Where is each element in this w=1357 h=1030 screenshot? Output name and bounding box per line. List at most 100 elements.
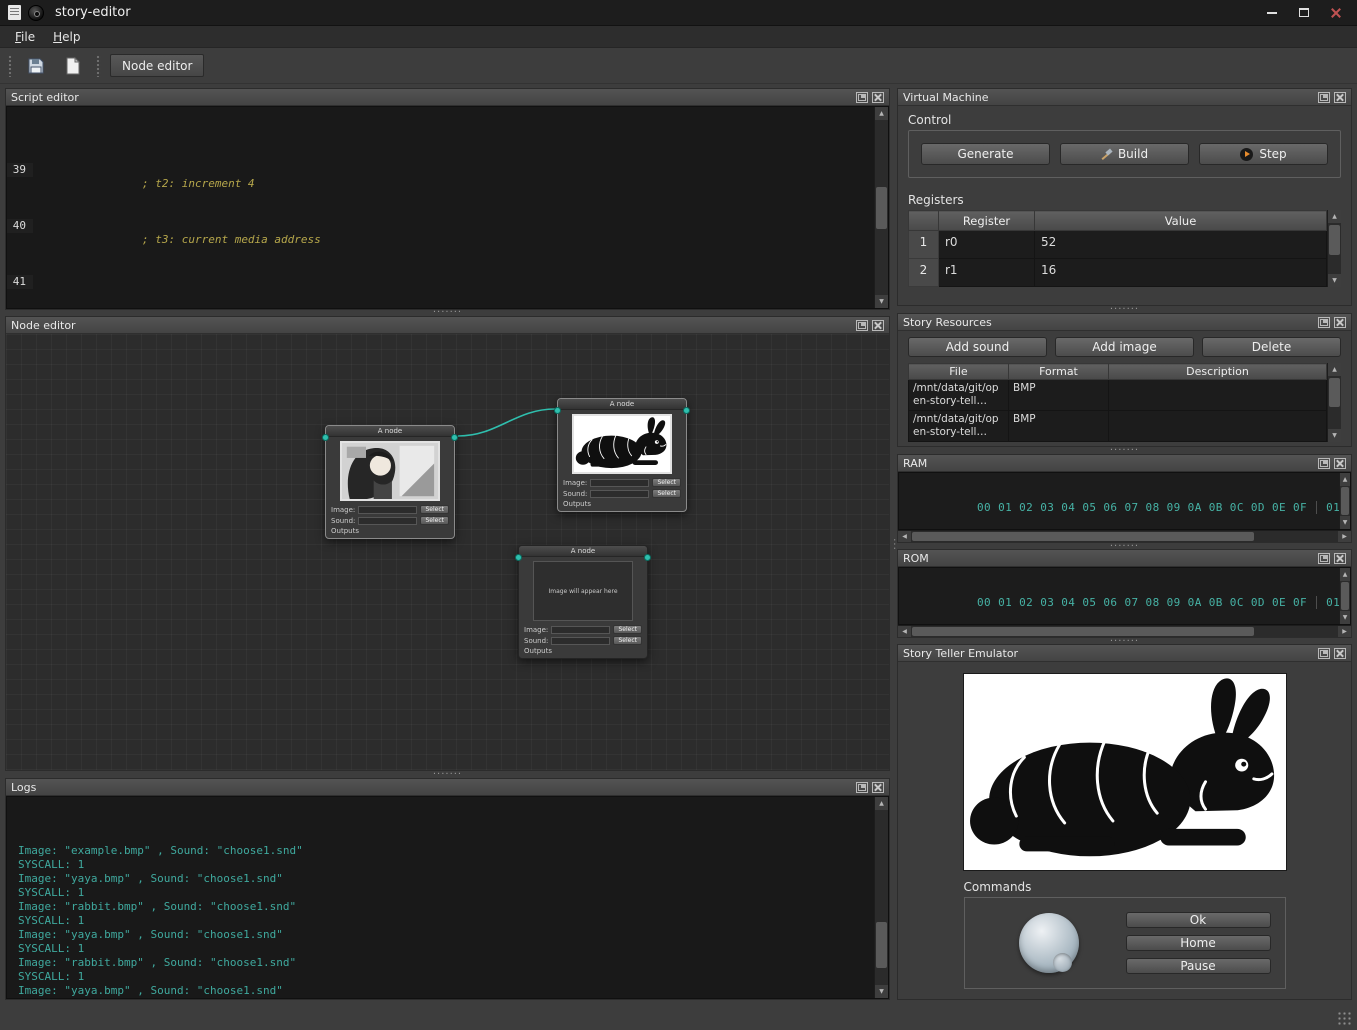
output-port[interactable] bbox=[683, 407, 690, 414]
scroll-down-icon[interactable] bbox=[1340, 516, 1350, 529]
image-field[interactable] bbox=[551, 626, 610, 634]
code-editor[interactable]: 39 ; t2: increment 4 40 ; t3: current me… bbox=[7, 107, 874, 308]
resource-description-cell[interactable] bbox=[1109, 411, 1327, 442]
register-name-cell[interactable]: r1 bbox=[939, 259, 1035, 287]
ok-button[interactable]: Ok bbox=[1126, 912, 1271, 928]
resource-row[interactable]: /mnt/data/git/open-story-tell… BMP bbox=[909, 380, 1327, 411]
rotary-knob[interactable] bbox=[1019, 913, 1079, 973]
float-panel-icon[interactable] bbox=[1318, 553, 1330, 564]
float-panel-icon[interactable] bbox=[1318, 92, 1330, 103]
image-field[interactable] bbox=[358, 506, 417, 514]
register-row[interactable]: 2 r1 16 bbox=[909, 259, 1327, 287]
output-port[interactable] bbox=[644, 554, 651, 561]
close-panel-icon[interactable] bbox=[872, 92, 884, 103]
scroll-down-icon[interactable] bbox=[1328, 429, 1341, 442]
close-panel-icon[interactable] bbox=[1334, 553, 1346, 564]
media-node-1[interactable]: A node Image: Select Sound: Select Outpu… bbox=[325, 425, 455, 539]
menu-file[interactable]: File bbox=[6, 28, 44, 46]
register-column-header[interactable]: Register bbox=[939, 211, 1035, 231]
menu-help[interactable]: Help bbox=[44, 28, 89, 46]
select-image-button[interactable]: Select bbox=[613, 625, 642, 634]
node-titlebar[interactable]: A node bbox=[558, 399, 686, 410]
logs-scrollbar[interactable] bbox=[874, 797, 888, 998]
new-script-button[interactable] bbox=[59, 53, 87, 79]
step-button[interactable]: Step bbox=[1199, 143, 1328, 165]
input-port[interactable] bbox=[515, 554, 522, 561]
delete-resource-button[interactable]: Delete bbox=[1202, 337, 1341, 357]
splitter-handle[interactable] bbox=[890, 88, 897, 1000]
select-sound-button[interactable]: Select bbox=[613, 636, 642, 645]
scroll-right-icon[interactable] bbox=[1338, 531, 1351, 542]
registers-table[interactable]: Register Value 1 r0 52 2 r1 16 bbox=[908, 210, 1327, 287]
scroll-up-icon[interactable] bbox=[1328, 210, 1341, 223]
image-field[interactable] bbox=[590, 479, 649, 487]
scroll-up-icon[interactable] bbox=[1328, 363, 1341, 376]
ram-titlebar[interactable]: RAM bbox=[898, 455, 1351, 472]
resource-format-cell[interactable]: BMP bbox=[1009, 411, 1109, 442]
sound-field[interactable] bbox=[358, 517, 417, 525]
node-editor-titlebar[interactable]: Node editor bbox=[6, 317, 889, 334]
float-panel-icon[interactable] bbox=[1318, 458, 1330, 469]
save-button[interactable] bbox=[22, 53, 50, 79]
float-panel-icon[interactable] bbox=[856, 320, 868, 331]
select-image-button[interactable]: Select bbox=[420, 505, 449, 514]
scroll-down-icon[interactable] bbox=[875, 295, 888, 308]
ram-hex-view[interactable]: 00 01 02 03 04 05 06 07 08 09 0A 0B 0C 0… bbox=[899, 473, 1339, 529]
scroll-down-icon[interactable] bbox=[1328, 274, 1341, 287]
resources-table[interactable]: File Format Description /mnt/data/git/op… bbox=[908, 363, 1327, 442]
splitter-handle[interactable] bbox=[897, 543, 1352, 549]
toolbar-grip[interactable] bbox=[96, 55, 101, 77]
register-value-cell[interactable]: 16 bbox=[1035, 259, 1327, 287]
float-panel-icon[interactable] bbox=[1318, 317, 1330, 328]
scroll-right-icon[interactable] bbox=[1338, 626, 1351, 637]
close-button[interactable] bbox=[1323, 3, 1349, 23]
scroll-up-icon[interactable] bbox=[875, 797, 888, 810]
node-canvas[interactable]: A node Image: Select Sound: Select Outpu… bbox=[6, 334, 889, 770]
scroll-up-icon[interactable] bbox=[1340, 568, 1350, 581]
splitter-handle[interactable] bbox=[5, 771, 890, 777]
scroll-up-icon[interactable] bbox=[875, 107, 888, 120]
scroll-left-icon[interactable] bbox=[898, 531, 911, 542]
value-column-header[interactable]: Value bbox=[1035, 211, 1327, 231]
select-image-button[interactable]: Select bbox=[652, 478, 681, 487]
logs-titlebar[interactable]: Logs bbox=[6, 779, 889, 796]
close-panel-icon[interactable] bbox=[872, 782, 884, 793]
media-node-3[interactable]: A node Image will appear here Image: Sel… bbox=[518, 545, 648, 659]
float-panel-icon[interactable] bbox=[856, 782, 868, 793]
minimize-button[interactable] bbox=[1259, 3, 1285, 23]
maximize-button[interactable] bbox=[1291, 3, 1317, 23]
select-sound-button[interactable]: Select bbox=[420, 516, 449, 525]
close-panel-icon[interactable] bbox=[1334, 458, 1346, 469]
resource-format-cell[interactable]: BMP bbox=[1009, 380, 1109, 411]
add-image-button[interactable]: Add image bbox=[1055, 337, 1194, 357]
script-editor-titlebar[interactable]: Script editor bbox=[6, 89, 889, 106]
register-value-cell[interactable]: 52 bbox=[1035, 231, 1327, 259]
add-sound-button[interactable]: Add sound bbox=[908, 337, 1047, 357]
ram-vscrollbar[interactable] bbox=[1339, 473, 1350, 529]
story-resources-titlebar[interactable]: Story Resources bbox=[898, 314, 1351, 331]
rom-vscrollbar[interactable] bbox=[1339, 568, 1350, 624]
resources-scrollbar[interactable] bbox=[1327, 363, 1341, 442]
resource-row[interactable]: /mnt/data/git/open-story-tell… BMP bbox=[909, 411, 1327, 442]
window-titlebar[interactable]: story-editor bbox=[0, 0, 1357, 26]
scroll-down-icon[interactable] bbox=[875, 985, 888, 998]
close-panel-icon[interactable] bbox=[1334, 92, 1346, 103]
float-panel-icon[interactable] bbox=[856, 92, 868, 103]
log-output[interactable]: Image: "example.bmp" , Sound: "choose1.s… bbox=[7, 797, 874, 998]
close-panel-icon[interactable] bbox=[1334, 317, 1346, 328]
output-port[interactable] bbox=[451, 434, 458, 441]
close-panel-icon[interactable] bbox=[1334, 648, 1346, 659]
splitter-handle[interactable] bbox=[897, 447, 1352, 453]
node-editor-toggle-button[interactable]: Node editor bbox=[110, 54, 204, 77]
generate-button[interactable]: Generate bbox=[921, 143, 1050, 165]
resource-file-cell[interactable]: /mnt/data/git/open-story-tell… bbox=[909, 411, 1009, 442]
format-column-header[interactable]: Format bbox=[1009, 364, 1109, 380]
pause-button[interactable]: Pause bbox=[1126, 958, 1271, 974]
input-port[interactable] bbox=[554, 407, 561, 414]
toolbar-grip[interactable] bbox=[8, 55, 13, 77]
media-node-2[interactable]: A node Image: Select Sound: Select Outpu… bbox=[557, 398, 687, 512]
build-button[interactable]: Build bbox=[1060, 143, 1189, 165]
resource-description-cell[interactable] bbox=[1109, 380, 1327, 411]
virtual-machine-titlebar[interactable]: Virtual Machine bbox=[898, 89, 1351, 106]
input-port[interactable] bbox=[322, 434, 329, 441]
